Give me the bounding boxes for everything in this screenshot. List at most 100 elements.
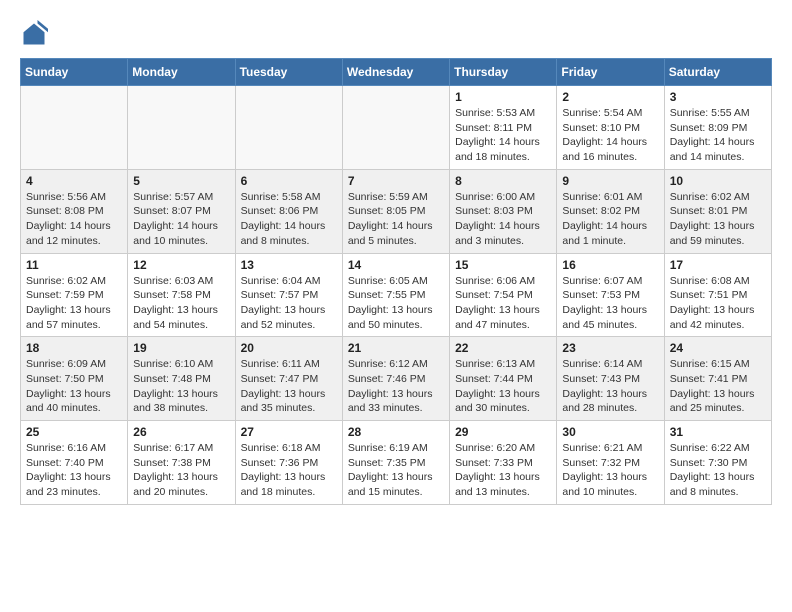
weekday-header: Wednesday	[342, 59, 449, 86]
day-info: Sunrise: 6:10 AM Sunset: 7:48 PM Dayligh…	[133, 357, 229, 416]
day-info: Sunrise: 5:56 AM Sunset: 8:08 PM Dayligh…	[26, 190, 122, 249]
day-info: Sunrise: 6:22 AM Sunset: 7:30 PM Dayligh…	[670, 441, 766, 500]
day-info: Sunrise: 6:19 AM Sunset: 7:35 PM Dayligh…	[348, 441, 444, 500]
day-number: 7	[348, 174, 444, 188]
day-info: Sunrise: 6:18 AM Sunset: 7:36 PM Dayligh…	[241, 441, 337, 500]
calendar-cell: 20 Sunrise: 6:11 AM Sunset: 7:47 PM Dayli…	[235, 337, 342, 421]
day-number: 27	[241, 425, 337, 439]
logo-icon	[20, 20, 48, 48]
day-info: Sunrise: 6:07 AM Sunset: 7:53 PM Dayligh…	[562, 274, 658, 333]
day-number: 11	[26, 258, 122, 272]
calendar-cell: 27 Sunrise: 6:18 AM Sunset: 7:36 PM Dayli…	[235, 421, 342, 505]
weekday-header: Saturday	[664, 59, 771, 86]
calendar-cell: 4 Sunrise: 5:56 AM Sunset: 8:08 PM Daylig…	[21, 169, 128, 253]
calendar-cell: 1 Sunrise: 5:53 AM Sunset: 8:11 PM Daylig…	[450, 86, 557, 170]
day-number: 15	[455, 258, 551, 272]
day-info: Sunrise: 5:53 AM Sunset: 8:11 PM Dayligh…	[455, 106, 551, 165]
day-number: 31	[670, 425, 766, 439]
calendar-cell: 17Sunrise: 6:08 AM Sunset: 7:51 PM Dayli…	[664, 253, 771, 337]
calendar-cell: 16 Sunrise: 6:07 AM Sunset: 7:53 PM Dayli…	[557, 253, 664, 337]
day-info: Sunrise: 6:01 AM Sunset: 8:02 PM Dayligh…	[562, 190, 658, 249]
calendar-cell: 24 Sunrise: 6:15 AM Sunset: 7:41 PM Dayli…	[664, 337, 771, 421]
day-info: Sunrise: 5:59 AM Sunset: 8:05 PM Dayligh…	[348, 190, 444, 249]
calendar-cell: 26 Sunrise: 6:17 AM Sunset: 7:38 PM Dayli…	[128, 421, 235, 505]
day-number: 2	[562, 90, 658, 104]
calendar-week-row: 25Sunrise: 6:16 AM Sunset: 7:40 PM Dayli…	[21, 421, 772, 505]
calendar-cell: 25Sunrise: 6:16 AM Sunset: 7:40 PM Dayli…	[21, 421, 128, 505]
day-info: Sunrise: 6:16 AM Sunset: 7:40 PM Dayligh…	[26, 441, 122, 500]
day-number: 17	[670, 258, 766, 272]
calendar-cell: 10 Sunrise: 6:02 AM Sunset: 8:01 PM Dayli…	[664, 169, 771, 253]
weekday-header: Sunday	[21, 59, 128, 86]
calendar-week-row: 4 Sunrise: 5:56 AM Sunset: 8:08 PM Daylig…	[21, 169, 772, 253]
day-number: 23	[562, 341, 658, 355]
day-number: 12	[133, 258, 229, 272]
day-number: 24	[670, 341, 766, 355]
calendar-cell: 22 Sunrise: 6:13 AM Sunset: 7:44 PM Dayli…	[450, 337, 557, 421]
calendar-cell: 13 Sunrise: 6:04 AM Sunset: 7:57 PM Dayli…	[235, 253, 342, 337]
day-info: Sunrise: 6:13 AM Sunset: 7:44 PM Dayligh…	[455, 357, 551, 416]
calendar-cell: 6Sunrise: 5:58 AM Sunset: 8:06 PM Daylig…	[235, 169, 342, 253]
day-number: 21	[348, 341, 444, 355]
day-info: Sunrise: 6:14 AM Sunset: 7:43 PM Dayligh…	[562, 357, 658, 416]
calendar-cell	[235, 86, 342, 170]
calendar-table: SundayMondayTuesdayWednesdayThursdayFrid…	[20, 58, 772, 505]
day-info: Sunrise: 5:57 AM Sunset: 8:07 PM Dayligh…	[133, 190, 229, 249]
calendar-cell	[342, 86, 449, 170]
calendar-cell: 21 Sunrise: 6:12 AM Sunset: 7:46 PM Dayli…	[342, 337, 449, 421]
calendar-cell: 12 Sunrise: 6:03 AM Sunset: 7:58 PM Dayli…	[128, 253, 235, 337]
day-number: 18	[26, 341, 122, 355]
calendar-cell: 15 Sunrise: 6:06 AM Sunset: 7:54 PM Dayli…	[450, 253, 557, 337]
day-number: 3	[670, 90, 766, 104]
day-number: 13	[241, 258, 337, 272]
day-number: 8	[455, 174, 551, 188]
day-number: 16	[562, 258, 658, 272]
day-number: 14	[348, 258, 444, 272]
calendar-cell: 5 Sunrise: 5:57 AM Sunset: 8:07 PM Daylig…	[128, 169, 235, 253]
day-info: Sunrise: 5:54 AM Sunset: 8:10 PM Dayligh…	[562, 106, 658, 165]
day-info: Sunrise: 6:11 AM Sunset: 7:47 PM Dayligh…	[241, 357, 337, 416]
calendar-cell: 19Sunrise: 6:10 AM Sunset: 7:48 PM Dayli…	[128, 337, 235, 421]
calendar-cell: 8Sunrise: 6:00 AM Sunset: 8:03 PM Daylig…	[450, 169, 557, 253]
day-number: 1	[455, 90, 551, 104]
calendar-cell	[21, 86, 128, 170]
day-number: 4	[26, 174, 122, 188]
weekday-header: Tuesday	[235, 59, 342, 86]
calendar-cell: 9Sunrise: 6:01 AM Sunset: 8:02 PM Daylig…	[557, 169, 664, 253]
day-info: Sunrise: 6:05 AM Sunset: 7:55 PM Dayligh…	[348, 274, 444, 333]
day-info: Sunrise: 6:03 AM Sunset: 7:58 PM Dayligh…	[133, 274, 229, 333]
day-number: 20	[241, 341, 337, 355]
day-info: Sunrise: 5:58 AM Sunset: 8:06 PM Dayligh…	[241, 190, 337, 249]
day-number: 10	[670, 174, 766, 188]
day-info: Sunrise: 6:02 AM Sunset: 8:01 PM Dayligh…	[670, 190, 766, 249]
day-info: Sunrise: 6:04 AM Sunset: 7:57 PM Dayligh…	[241, 274, 337, 333]
day-info: Sunrise: 5:55 AM Sunset: 8:09 PM Dayligh…	[670, 106, 766, 165]
calendar-week-row: 1 Sunrise: 5:53 AM Sunset: 8:11 PM Daylig…	[21, 86, 772, 170]
calendar-week-row: 18 Sunrise: 6:09 AM Sunset: 7:50 PM Dayli…	[21, 337, 772, 421]
calendar-cell: 3 Sunrise: 5:55 AM Sunset: 8:09 PM Daylig…	[664, 86, 771, 170]
calendar-cell: 7 Sunrise: 5:59 AM Sunset: 8:05 PM Daylig…	[342, 169, 449, 253]
calendar-cell: 30 Sunrise: 6:21 AM Sunset: 7:32 PM Dayli…	[557, 421, 664, 505]
day-number: 28	[348, 425, 444, 439]
weekday-header: Thursday	[450, 59, 557, 86]
calendar-cell: 28 Sunrise: 6:19 AM Sunset: 7:35 PM Dayli…	[342, 421, 449, 505]
day-info: Sunrise: 6:17 AM Sunset: 7:38 PM Dayligh…	[133, 441, 229, 500]
day-info: Sunrise: 6:06 AM Sunset: 7:54 PM Dayligh…	[455, 274, 551, 333]
calendar-cell	[128, 86, 235, 170]
day-info: Sunrise: 6:21 AM Sunset: 7:32 PM Dayligh…	[562, 441, 658, 500]
day-info: Sunrise: 6:02 AM Sunset: 7:59 PM Dayligh…	[26, 274, 122, 333]
day-number: 30	[562, 425, 658, 439]
day-info: Sunrise: 6:09 AM Sunset: 7:50 PM Dayligh…	[26, 357, 122, 416]
day-number: 5	[133, 174, 229, 188]
day-number: 22	[455, 341, 551, 355]
calendar-header-row: SundayMondayTuesdayWednesdayThursdayFrid…	[21, 59, 772, 86]
weekday-header: Friday	[557, 59, 664, 86]
page-header	[20, 20, 772, 48]
calendar-cell: 2 Sunrise: 5:54 AM Sunset: 8:10 PM Daylig…	[557, 86, 664, 170]
calendar-cell: 29Sunrise: 6:20 AM Sunset: 7:33 PM Dayli…	[450, 421, 557, 505]
calendar-cell: 23 Sunrise: 6:14 AM Sunset: 7:43 PM Dayli…	[557, 337, 664, 421]
day-info: Sunrise: 6:15 AM Sunset: 7:41 PM Dayligh…	[670, 357, 766, 416]
day-number: 26	[133, 425, 229, 439]
weekday-header: Monday	[128, 59, 235, 86]
day-info: Sunrise: 6:12 AM Sunset: 7:46 PM Dayligh…	[348, 357, 444, 416]
